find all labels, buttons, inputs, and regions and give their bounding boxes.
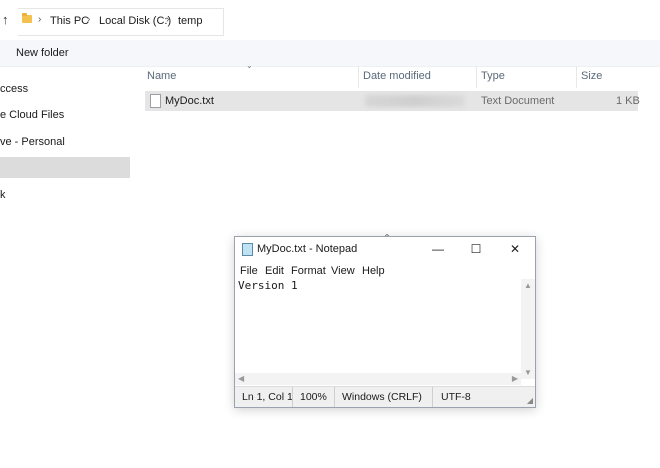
status-line-ending: Windows (CRLF) bbox=[342, 391, 422, 403]
file-name[interactable]: MyDoc.txt bbox=[165, 95, 214, 107]
status-zoom: 100% bbox=[300, 391, 327, 403]
column-header-name[interactable]: Name bbox=[147, 70, 176, 82]
minimize-button[interactable]: — bbox=[423, 239, 453, 259]
column-header-date-modified[interactable]: Date modified bbox=[363, 70, 431, 82]
file-size: 1 KB bbox=[616, 95, 640, 107]
status-divider bbox=[334, 387, 335, 407]
vertical-scrollbar[interactable]: ▲ ▼ bbox=[521, 279, 535, 379]
window-title: MyDoc.txt - Notepad bbox=[257, 243, 358, 255]
sidebar-item-network[interactable]: k bbox=[0, 189, 6, 201]
notepad-title-bar[interactable]: MyDoc.txt - Notepad — ☐ ✕ bbox=[235, 237, 535, 261]
sort-caret-icon: ⌄ bbox=[246, 61, 253, 70]
command-bar: New folder bbox=[0, 40, 660, 67]
column-divider[interactable] bbox=[576, 66, 577, 88]
resize-grip-icon[interactable]: ◢ bbox=[527, 396, 533, 405]
sidebar-item-cloud-files[interactable]: e Cloud Files bbox=[0, 109, 64, 121]
close-button[interactable]: ✕ bbox=[500, 239, 530, 259]
folder-icon bbox=[22, 13, 32, 23]
sidebar-item-onedrive-personal[interactable]: ve - Personal bbox=[0, 136, 65, 148]
sidebar-item-selected[interactable] bbox=[0, 157, 130, 178]
column-divider[interactable] bbox=[476, 66, 477, 88]
menu-format[interactable]: Format bbox=[291, 265, 326, 277]
column-header-size[interactable]: Size bbox=[581, 70, 602, 82]
new-folder-button[interactable]: New folder bbox=[16, 47, 69, 59]
status-divider bbox=[432, 387, 433, 407]
scroll-down-icon[interactable]: ▼ bbox=[524, 368, 532, 377]
text-file-icon bbox=[150, 94, 161, 108]
menu-view[interactable]: View bbox=[331, 265, 355, 277]
notepad-window: MyDoc.txt - Notepad — ☐ ✕ File Edit Form… bbox=[234, 236, 536, 408]
scroll-right-icon[interactable]: ▶ bbox=[512, 374, 518, 383]
status-encoding: UTF-8 bbox=[441, 391, 471, 403]
status-divider bbox=[292, 387, 293, 407]
date-modified-redacted bbox=[365, 95, 465, 107]
scroll-left-icon[interactable]: ◀ bbox=[238, 374, 244, 383]
status-bar: Ln 1, Col 1 100% Windows (CRLF) UTF-8 ◢ bbox=[235, 386, 535, 407]
breadcrumb-this-pc[interactable]: This PC bbox=[50, 15, 89, 27]
notepad-icon bbox=[242, 243, 253, 256]
text-editor-area[interactable]: Version 1 bbox=[238, 279, 298, 292]
chevron-right-icon: › bbox=[87, 14, 91, 25]
column-divider[interactable] bbox=[358, 66, 359, 88]
chevron-right-icon: › bbox=[38, 14, 42, 25]
scroll-up-icon[interactable]: ▲ bbox=[524, 281, 532, 290]
up-arrow-icon[interactable]: ↑ bbox=[2, 12, 9, 27]
address-bar: ↑ › This PC › Local Disk (C:) › temp bbox=[0, 0, 660, 40]
maximize-button[interactable]: ☐ bbox=[461, 239, 491, 259]
chevron-right-icon: › bbox=[166, 14, 170, 25]
horizontal-scrollbar[interactable]: ◀ ▶ bbox=[235, 373, 521, 385]
column-header-type[interactable]: Type bbox=[481, 70, 505, 82]
file-type: Text Document bbox=[481, 95, 555, 107]
menu-edit[interactable]: Edit bbox=[265, 265, 284, 277]
menu-help[interactable]: Help bbox=[362, 265, 385, 277]
status-cursor-position: Ln 1, Col 1 bbox=[242, 391, 293, 403]
sidebar-item-quick-access[interactable]: ccess bbox=[0, 83, 28, 95]
breadcrumb-temp[interactable]: temp bbox=[178, 15, 202, 27]
menu-file[interactable]: File bbox=[240, 265, 258, 277]
breadcrumb-local-disk[interactable]: Local Disk (C:) bbox=[99, 15, 171, 27]
